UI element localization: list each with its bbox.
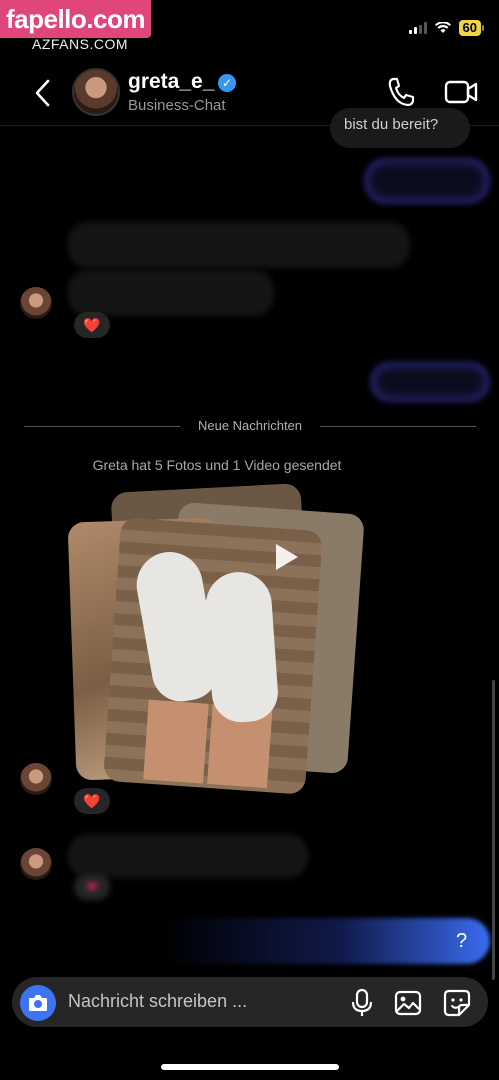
microphone-icon[interactable]	[350, 988, 374, 1018]
heart-reaction[interactable]: ❤️	[74, 788, 110, 814]
avatar[interactable]	[20, 763, 52, 795]
outgoing-message-blurred[interactable]	[364, 158, 490, 204]
chat-subtitle: Business-Chat	[128, 97, 226, 114]
sticker-icon[interactable]	[443, 989, 471, 1017]
message-input[interactable]: Nachricht schreiben ...	[68, 991, 247, 1012]
status-bar: 60	[408, 20, 485, 36]
home-indicator[interactable]	[161, 1064, 339, 1070]
phone-call-icon[interactable]	[386, 76, 416, 108]
play-icon[interactable]	[276, 544, 298, 570]
verified-badge-icon: ✓	[218, 74, 236, 92]
outgoing-message-bubble[interactable]: bist du bereit?	[330, 108, 470, 148]
incoming-message-blurred[interactable]	[68, 270, 274, 316]
chat-username[interactable]: greta_e_	[128, 70, 214, 94]
avatar[interactable]	[72, 68, 120, 116]
gallery-icon[interactable]	[394, 990, 422, 1016]
message-text: bist du bereit?	[344, 116, 439, 133]
leg-shape	[143, 699, 209, 784]
scrollbar[interactable]	[492, 680, 495, 980]
outgoing-message-blurred[interactable]	[160, 918, 490, 964]
outgoing-message-blurred[interactable]	[370, 362, 490, 402]
avatar[interactable]	[20, 287, 52, 319]
watermark-source: AZFANS.COM	[32, 36, 129, 52]
avatar[interactable]	[20, 848, 52, 880]
signal-icon	[408, 22, 427, 34]
sock-shape	[203, 569, 280, 725]
message-text: ?	[456, 930, 468, 952]
divider-line-right	[320, 426, 476, 427]
incoming-message-blurred[interactable]	[68, 834, 308, 878]
heart-reaction[interactable]: ❤️	[74, 312, 110, 338]
camera-icon	[29, 995, 47, 1011]
battery-indicator: 60	[458, 20, 485, 36]
back-chevron-icon[interactable]	[32, 78, 54, 108]
wifi-icon	[434, 22, 451, 33]
watermark-brand: fapello.com	[0, 0, 151, 38]
camera-button[interactable]	[20, 985, 56, 1021]
new-messages-divider: Neue Nachrichten	[197, 418, 303, 433]
video-call-icon[interactable]	[444, 78, 478, 106]
media-sent-note: Greta hat 5 Fotos und 1 Video gesendet	[92, 457, 342, 473]
heart-reaction[interactable]: ❤	[74, 874, 110, 900]
divider-line-left	[24, 426, 180, 427]
incoming-message-blurred[interactable]	[68, 222, 410, 268]
